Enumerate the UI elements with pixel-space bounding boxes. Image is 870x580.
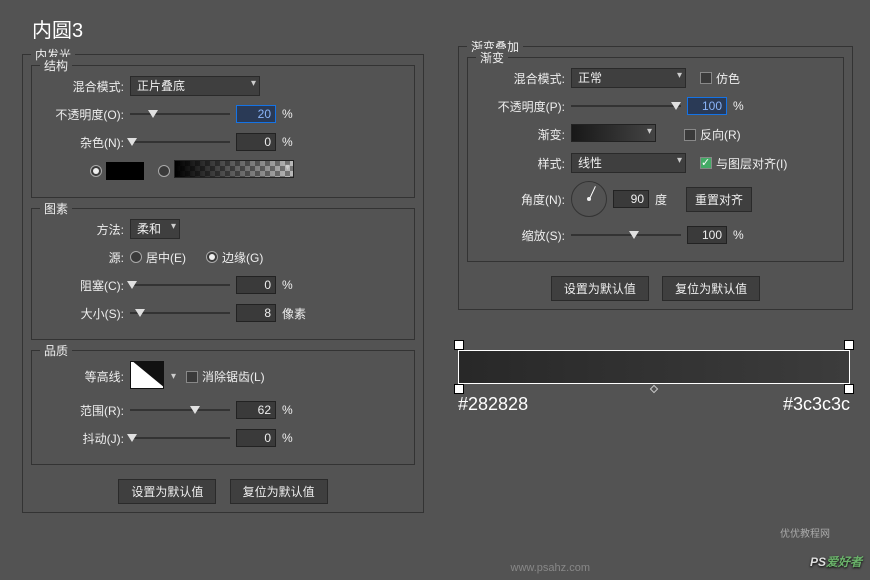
source-center-radio[interactable] (130, 251, 142, 263)
blend-mode-select[interactable]: 正片叠底 (130, 76, 260, 96)
color-swatch[interactable] (106, 162, 144, 180)
angle-dial[interactable] (571, 181, 607, 217)
gradient-stop-icon[interactable] (844, 340, 854, 350)
watermark-url: www.psahz.com (511, 562, 590, 574)
source-label: 源: (40, 249, 130, 266)
choke-input[interactable] (236, 276, 276, 294)
antialias-label: 消除锯齿(L) (202, 368, 265, 385)
size-input[interactable] (236, 304, 276, 322)
gradient-bar[interactable] (458, 350, 850, 384)
quality-legend: 品质 (40, 342, 72, 359)
angle-unit: 度 (649, 191, 667, 208)
source-edge-label: 边缘(G) (222, 249, 263, 266)
source-edge-radio[interactable] (206, 251, 218, 263)
structure-group: 结构 混合模式: 正片叠底 不透明度(O): % 杂色(N): % (31, 65, 415, 198)
source-center-label: 居中(E) (146, 249, 186, 266)
go-scale-input[interactable] (687, 226, 727, 244)
go-style-select[interactable]: 线性 (571, 153, 686, 173)
go-scale-label: 缩放(S): (476, 227, 571, 244)
technique-label: 方法: (40, 221, 130, 238)
gradient-legend: 渐变 (476, 49, 508, 66)
size-label: 大小(S): (40, 305, 130, 322)
reset-default-button[interactable]: 复位为默认值 (230, 479, 328, 504)
opacity-input[interactable] (236, 105, 276, 123)
hex-left: #282828 (458, 394, 528, 415)
gradient-stop-icon[interactable] (844, 384, 854, 394)
grad-overlay-group: 渐变叠加 渐变 混合模式: 正常 仿色 不透明度(P): % 渐变: (458, 46, 853, 310)
contour-label: 等高线: (40, 368, 130, 385)
dither-checkbox[interactable] (700, 72, 712, 84)
angle-input[interactable] (613, 190, 649, 208)
range-slider[interactable] (130, 403, 230, 417)
structure-legend: 结构 (40, 57, 72, 74)
go-opacity-input[interactable] (687, 97, 727, 115)
jitter-input[interactable] (236, 429, 276, 447)
technique-select[interactable]: 柔和 (130, 219, 180, 239)
blend-mode-label: 混合模式: (40, 78, 130, 95)
size-slider[interactable] (130, 306, 230, 320)
go-set-default-button[interactable]: 设置为默认值 (551, 276, 649, 301)
noise-input[interactable] (236, 133, 276, 151)
antialias-checkbox[interactable] (186, 371, 198, 383)
jitter-unit: % (276, 431, 293, 445)
watermark-small: 优优教程网 (780, 525, 830, 540)
range-label: 范围(R): (40, 402, 130, 419)
dither-label: 仿色 (716, 70, 740, 87)
reset-align-button[interactable]: 重置对齐 (686, 187, 752, 212)
go-blend-select[interactable]: 正常 (571, 68, 686, 88)
noise-slider[interactable] (130, 135, 230, 149)
go-scale-unit: % (727, 228, 744, 242)
size-unit: 像素 (276, 305, 306, 322)
go-reset-default-button[interactable]: 复位为默认值 (662, 276, 760, 301)
noise-label: 杂色(N): (40, 134, 130, 151)
go-opacity-unit: % (727, 99, 744, 113)
align-checkbox[interactable] (700, 157, 712, 169)
reverse-label: 反向(R) (700, 126, 741, 143)
quality-group: 品质 等高线: 消除锯齿(L) 范围(R): % 抖动(J): % (31, 350, 415, 465)
gradient-subgroup: 渐变 混合模式: 正常 仿色 不透明度(P): % 渐变: 反向(R) (467, 57, 844, 262)
color-radio[interactable] (90, 165, 102, 177)
go-blend-label: 混合模式: (476, 70, 571, 87)
set-default-button[interactable]: 设置为默认值 (118, 479, 216, 504)
jitter-label: 抖动(J): (40, 430, 130, 447)
hex-right: #3c3c3c (783, 394, 850, 415)
gradient-stop-icon[interactable] (454, 340, 464, 350)
range-input[interactable] (236, 401, 276, 419)
jitter-slider[interactable] (130, 431, 230, 445)
watermark-brand: PS爱好者 (810, 546, 862, 572)
go-angle-label: 角度(N): (476, 191, 571, 208)
gradient-editor-preview: #282828 #3c3c3c (458, 340, 850, 415)
go-gradient-label: 渐变: (476, 126, 571, 143)
go-style-label: 样式: (476, 155, 571, 172)
go-scale-slider[interactable] (571, 228, 681, 242)
gradient-preview[interactable] (571, 124, 656, 142)
choke-unit: % (276, 278, 293, 292)
gradient-stop-icon[interactable] (454, 384, 464, 394)
go-opacity-slider[interactable] (571, 99, 681, 113)
opacity-slider[interactable] (130, 107, 230, 121)
opacity-label: 不透明度(O): (40, 106, 130, 123)
opacity-unit: % (276, 107, 293, 121)
elements-group: 图素 方法: 柔和 源: 居中(E) 边缘(G) 阻塞(C): % 大小(S): (31, 208, 415, 340)
go-opacity-label: 不透明度(P): (476, 98, 571, 115)
inner-glow-group: 内发光 结构 混合模式: 正片叠底 不透明度(O): % 杂色(N): % (22, 54, 424, 513)
noise-unit: % (276, 135, 293, 149)
elements-legend: 图素 (40, 200, 72, 217)
range-unit: % (276, 403, 293, 417)
gradient-swatch[interactable] (174, 160, 294, 178)
contour-picker[interactable] (130, 361, 164, 389)
reverse-checkbox[interactable] (684, 129, 696, 141)
choke-slider[interactable] (130, 278, 230, 292)
align-label: 与图层对齐(I) (716, 155, 787, 172)
gradient-radio[interactable] (158, 165, 170, 177)
choke-label: 阻塞(C): (40, 277, 130, 294)
